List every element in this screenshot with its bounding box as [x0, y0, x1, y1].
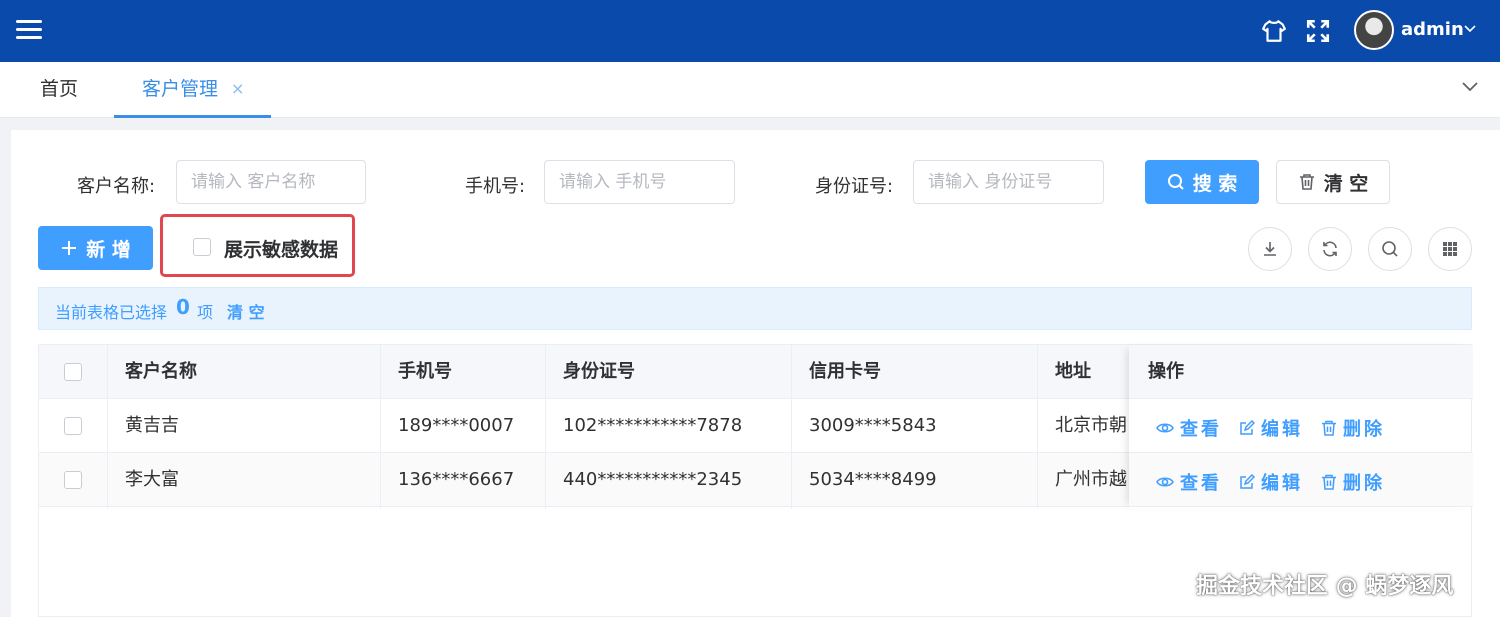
column-header-phone[interactable]: 手机号: [398, 345, 452, 399]
cell-credit-card: 5034****8499: [809, 469, 937, 490]
selection-clear-link[interactable]: 清 空: [227, 299, 265, 323]
top-navbar: admin: [0, 0, 1500, 62]
column-settings-icon: [1443, 242, 1457, 256]
search-icon: [1167, 174, 1184, 190]
column-header-credit-card[interactable]: 信用卡号: [809, 345, 881, 399]
column-divider: [1037, 345, 1038, 509]
username[interactable]: admin: [1401, 19, 1464, 40]
selection-prefix: 当前表格已选择: [55, 303, 168, 322]
tab-home[interactable]: 首页: [40, 62, 78, 118]
id-label: 身份证号:: [815, 176, 894, 197]
refresh-icon: [1323, 241, 1337, 257]
cell-id-card: 102***********7878: [563, 415, 743, 436]
chevron-down-icon[interactable]: [1460, 76, 1480, 96]
tab-customer-management[interactable]: 客户管理 ×: [114, 62, 271, 118]
column-divider: [791, 345, 792, 509]
column-header-address[interactable]: 地址: [1055, 345, 1091, 399]
show-sensitive-label[interactable]: 展示敏感数据: [224, 235, 338, 262]
id-card-input[interactable]: [913, 160, 1104, 204]
add-button[interactable]: 新 增: [38, 226, 153, 270]
cell-address: 广州市越: [1055, 469, 1127, 490]
search-icon: [1382, 241, 1398, 257]
avatar[interactable]: [1354, 10, 1394, 50]
add-button-label: 新 增: [86, 238, 131, 261]
column-divider: [380, 345, 381, 509]
clear-button-label: 清 空: [1323, 172, 1369, 195]
cell-phone: 136****6667: [398, 469, 515, 490]
column-header-name[interactable]: 客户名称: [125, 345, 197, 399]
clear-button[interactable]: 清 空: [1276, 160, 1390, 204]
close-icon[interactable]: ×: [231, 62, 244, 116]
search-button[interactable]: 搜 索: [1145, 160, 1259, 204]
refresh-button[interactable]: [1308, 227, 1352, 271]
row-checkbox[interactable]: [64, 471, 82, 489]
shirt-icon[interactable]: [1261, 18, 1287, 44]
watermark: 掘金技术社区 @ 蜗梦逐风: [1196, 574, 1454, 599]
customer-name-input[interactable]: [176, 160, 366, 204]
cell-name: 黄吉吉: [125, 415, 179, 436]
cell-credit-card: 3009****5843: [809, 415, 937, 436]
menu-icon[interactable]: [16, 20, 42, 40]
tab-bar: 首页 客户管理 ×: [0, 62, 1500, 118]
trash-icon: [1299, 174, 1314, 190]
row-checkbox[interactable]: [64, 417, 82, 435]
column-settings-button[interactable]: [1428, 227, 1472, 271]
name-label: 客户名称:: [77, 176, 156, 197]
cell-name: 李大富: [125, 469, 179, 490]
chevron-down-icon[interactable]: [1463, 22, 1477, 36]
search-button-label: 搜 索: [1192, 172, 1238, 195]
column-header-id-card[interactable]: 身份证号: [563, 345, 635, 399]
fullscreen-icon[interactable]: [1305, 18, 1331, 44]
selection-unit: 项: [197, 303, 214, 322]
cell-phone: 189****0007: [398, 415, 515, 436]
selection-bar: 当前表格已选择 0 项 清 空: [38, 287, 1472, 330]
phone-input[interactable]: [544, 160, 735, 204]
column-divider: [545, 345, 546, 509]
plus-icon: [62, 241, 77, 255]
fixed-actions-column: [1129, 345, 1473, 509]
cell-address: 北京市朝: [1055, 415, 1127, 436]
download-button[interactable]: [1248, 227, 1292, 271]
column-divider: [107, 345, 108, 509]
download-icon: [1264, 242, 1276, 256]
show-sensitive-checkbox[interactable]: [193, 238, 211, 256]
cell-id-card: 440***********2345: [563, 469, 743, 490]
tab-label: 客户管理: [142, 78, 219, 100]
phone-label: 手机号:: [465, 176, 526, 197]
selection-count: 0: [176, 295, 190, 319]
search-toggle-button[interactable]: [1368, 227, 1412, 271]
select-all-checkbox[interactable]: [64, 363, 82, 381]
